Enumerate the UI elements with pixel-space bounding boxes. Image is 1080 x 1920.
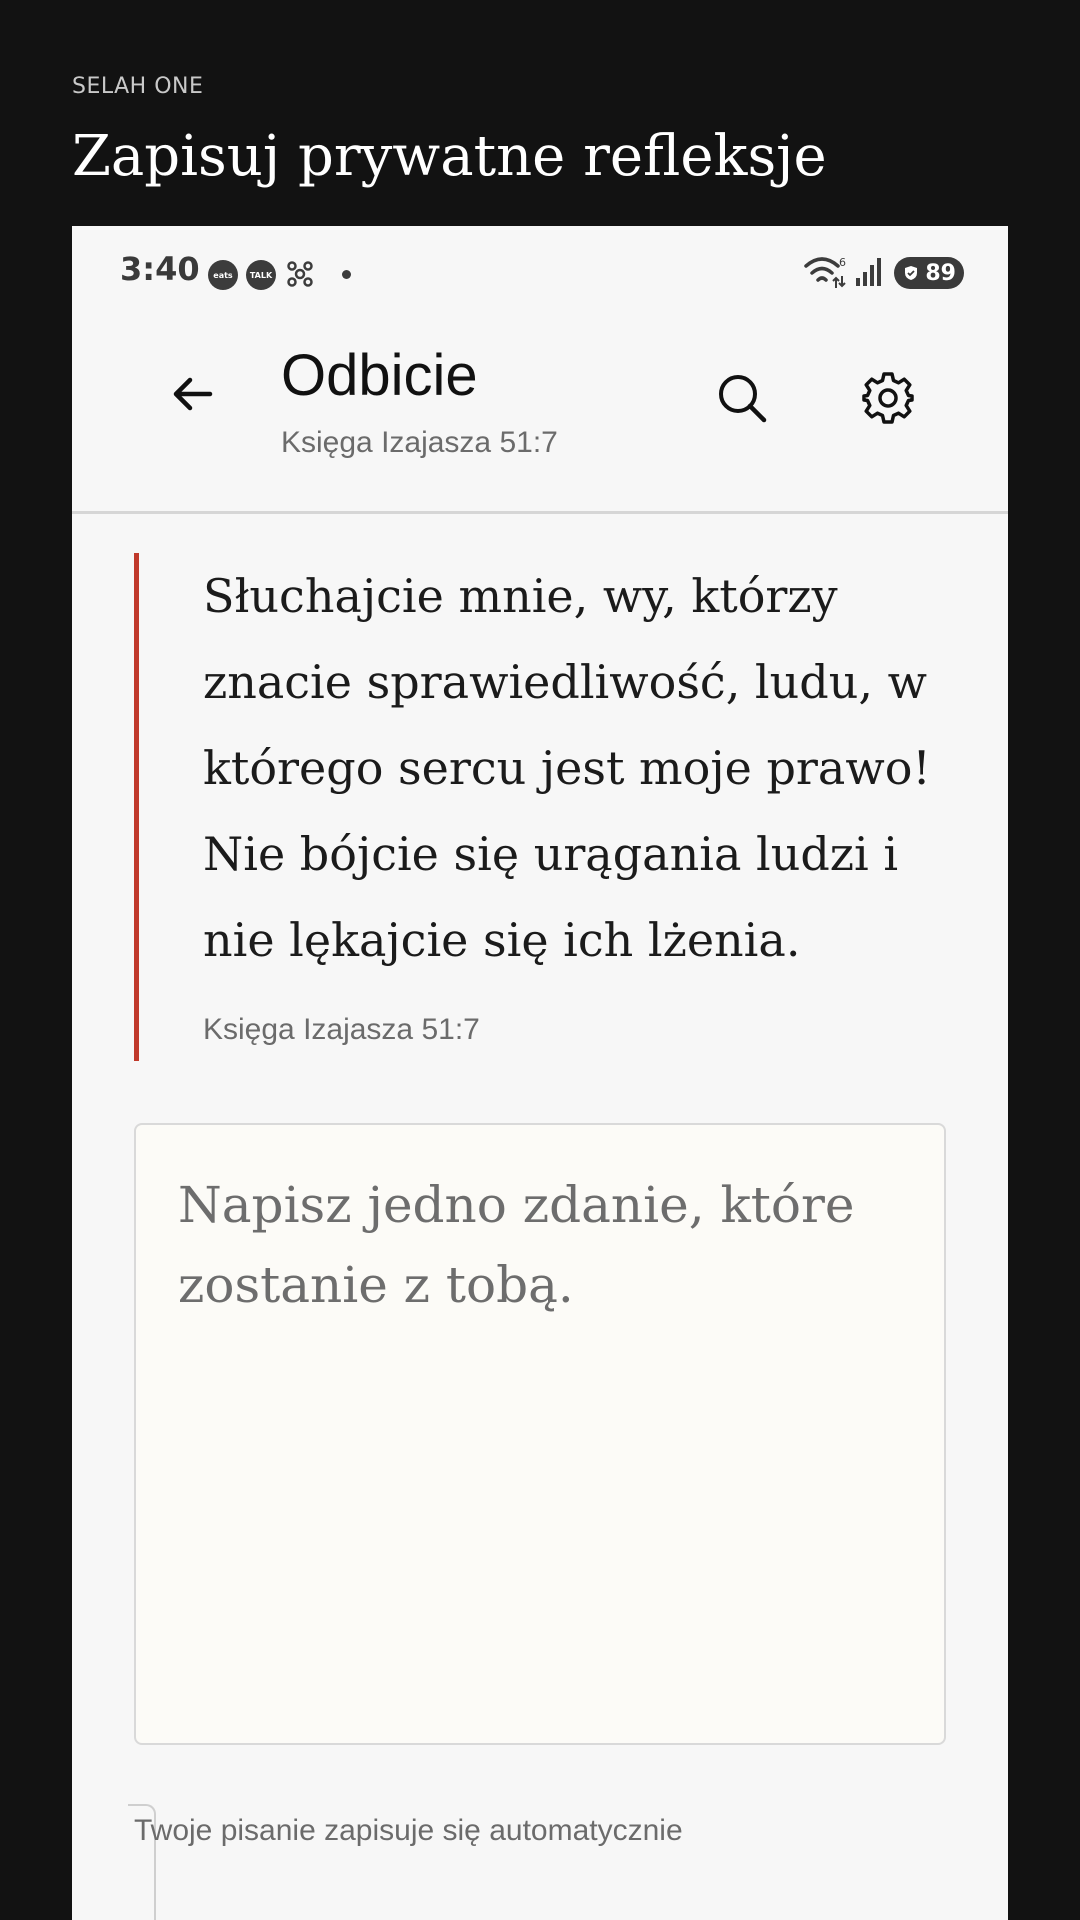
wifi-icon: 6 [802,254,848,290]
promo-background: SELAH ONE Zapisuj prywatne refleksje 3:4… [0,0,1080,1920]
page-subtitle: Księga Izajasza 51:7 [281,426,558,459]
status-time: 3:40 [120,250,200,288]
reflection-box [134,1123,946,1745]
reflection-input[interactable] [136,1125,944,1743]
brand-label: SELAH ONE [72,74,204,99]
more-notifications-dot [342,270,351,279]
phone-screen: 3:40 eats TALK 6 89 Odbicie Księga Izaja… [72,226,1008,1920]
battery-level: 89 [925,260,956,286]
gear-icon [862,372,914,424]
back-button[interactable] [160,362,224,426]
network-icon [284,258,316,290]
search-icon [719,375,767,423]
battery-indicator: 89 [894,257,964,289]
arrow-left-icon [173,377,213,411]
signal-icon [854,256,884,288]
coupang-eats-icon: eats [208,260,238,290]
verse-reference: Księga Izajasza 51:7 [203,1013,480,1046]
app-bar: Odbicie Księga Izajasza 51:7 [72,316,1008,514]
search-button[interactable] [706,362,778,434]
promo-headline: Zapisuj prywatne refleksje [72,124,827,189]
autosave-hint: Twoje pisanie zapisuje się automatycznie [134,1814,683,1847]
shield-icon [905,266,917,280]
talk-icon: TALK [246,260,276,290]
status-bar: 3:40 eats TALK 6 89 [72,226,1008,316]
page-title: Odbicie [281,343,478,408]
wifi-badge: 6 [839,256,846,269]
verse-text: Słuchajcie mnie, wy, którzy znacie spraw… [203,569,931,967]
settings-button[interactable] [852,362,924,434]
verse-quote: Słuchajcie mnie, wy, którzy znacie spraw… [134,553,959,1061]
